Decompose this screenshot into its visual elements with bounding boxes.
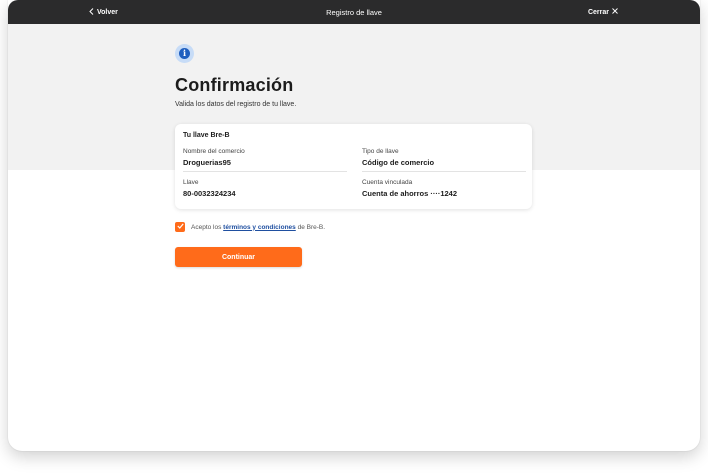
page-subtitle: Valida los datos del registro de tu llav… <box>175 101 297 108</box>
info-icon: i <box>175 44 194 63</box>
field-merchant-name: Nombre del comercio Droguerias95 <box>183 148 347 172</box>
card-title: Tu llave Bre-B <box>183 132 230 139</box>
continue-button[interactable]: Continuar <box>175 247 302 267</box>
close-icon <box>612 8 618 16</box>
field-divider <box>362 171 526 172</box>
field-divider <box>183 171 347 172</box>
field-value: Droguerias95 <box>183 158 231 167</box>
field-label: Tipo de llave <box>362 148 399 155</box>
field-value: 80-0032324234 <box>183 189 236 198</box>
check-icon <box>176 223 184 231</box>
terms-row: Acepto los términos y condiciones de Bre… <box>175 222 325 232</box>
field-label: Nombre del comercio <box>183 148 245 155</box>
close-label: Cerrar <box>587 8 609 16</box>
terms-checkbox[interactable] <box>175 222 185 232</box>
field-value: Código de comercio <box>362 158 435 167</box>
close-button[interactable]: Cerrar <box>588 8 618 16</box>
field-key: Llave 80-0032324234 <box>183 179 347 198</box>
field-key-type: Tipo de llave Código de comercio <box>362 148 526 172</box>
page-title: Confirmación <box>175 75 294 95</box>
terms-suffix: de Bre-B. <box>297 223 326 231</box>
top-bar: Volver Registro de llave Cerrar <box>8 0 700 24</box>
field-label: Cuenta vinculada <box>362 179 413 186</box>
terms-prefix: Acepto los <box>191 223 222 231</box>
app-window: Volver Registro de llave Cerrar i Confir… <box>8 0 700 451</box>
key-summary-card: Tu llave Bre-B Nombre del comercio Drogu… <box>175 124 532 209</box>
field-value: Cuenta de ahorros ····1242 <box>362 189 458 198</box>
field-linked-account: Cuenta vinculada Cuenta de ahorros ····1… <box>362 179 526 198</box>
field-label: Llave <box>183 179 199 186</box>
terms-link[interactable]: términos y condiciones <box>223 224 296 231</box>
